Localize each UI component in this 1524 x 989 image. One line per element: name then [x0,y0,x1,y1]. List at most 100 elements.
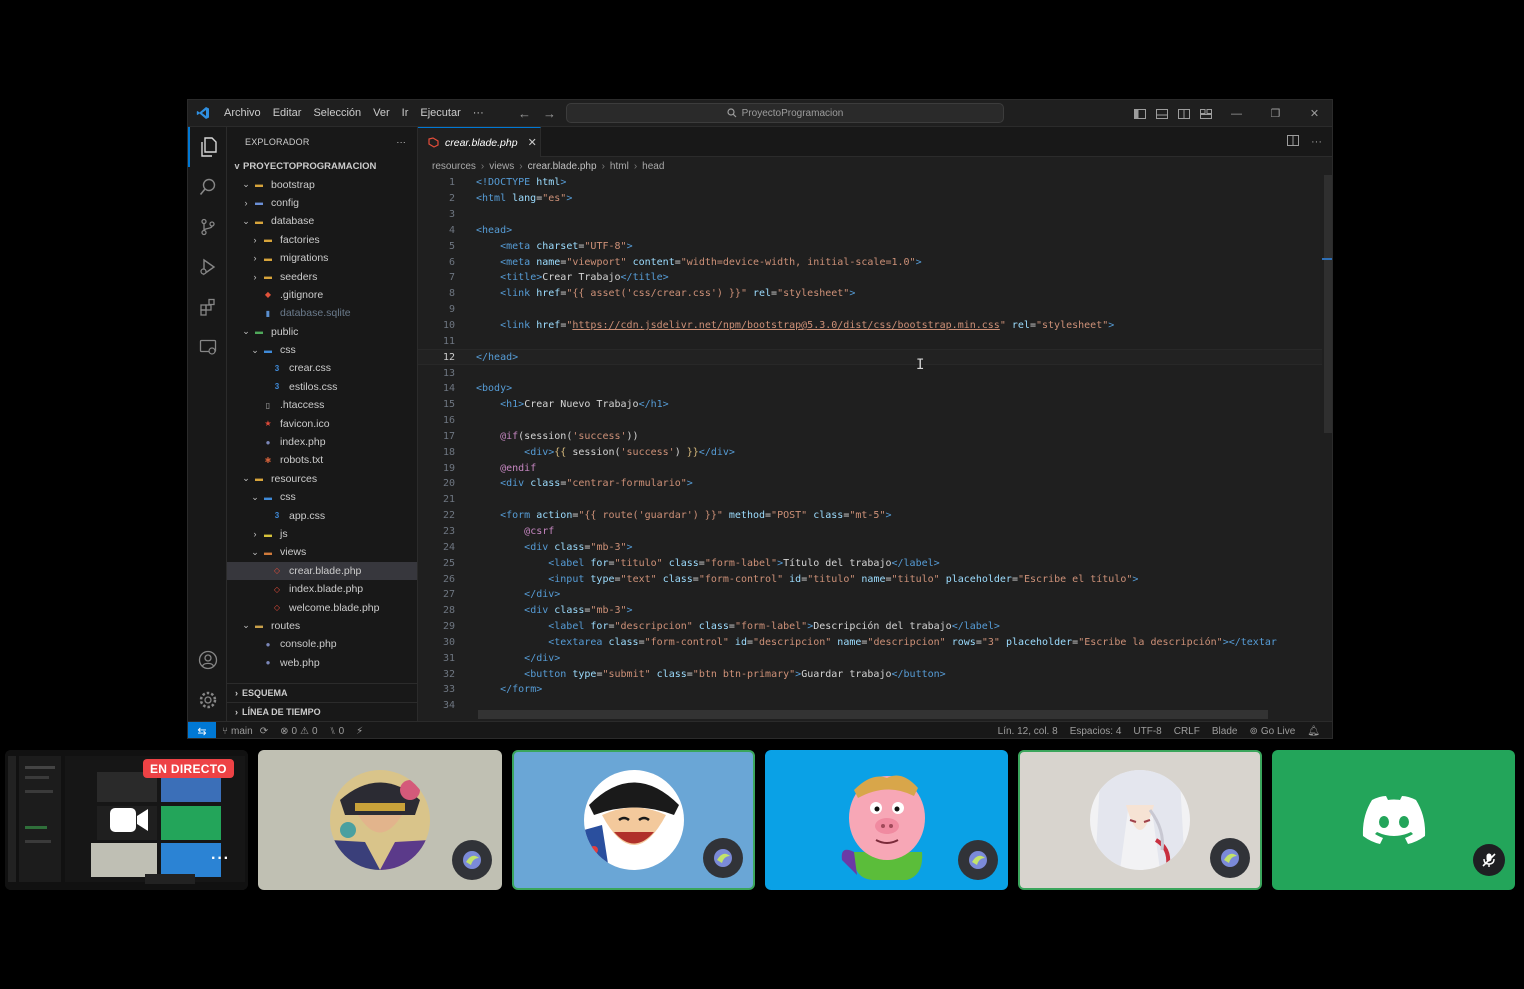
code-line[interactable]: 21 [418,492,1332,508]
breadcrumb-item-3[interactable]: html [610,161,629,172]
editor-more-icon[interactable]: ··· [1311,136,1322,148]
explorer-more-icon[interactable]: ··· [396,137,406,147]
accounts-icon[interactable] [188,640,227,680]
code-line[interactable]: 33 </form> [418,682,1332,698]
tree-item-crear-blade-php[interactable]: ◇ crear.blade.php [227,561,417,580]
tree-item-index-blade-php[interactable]: ◇ index.blade.php [227,580,417,598]
stream-more-icon[interactable]: ··· [211,850,230,868]
run-debug-icon[interactable] [188,247,227,287]
tree-item-bootstrap[interactable]: ⌄ ▬ bootstrap [227,175,417,193]
participant-tile-3[interactable] [765,750,1008,890]
tree-item-app-css[interactable]: 3 app.css [227,506,417,524]
explorer-icon[interactable] [188,127,227,167]
tree-item-factories[interactable]: › ▬ factories [227,231,417,249]
tree-item-crear-css[interactable]: 3 crear.css [227,359,417,377]
code-line[interactable]: 30 <textarea class="form-control" id="de… [418,634,1332,650]
forward-arrow-icon[interactable]: → [543,106,556,121]
line-ending[interactable]: CRLF [1168,726,1206,737]
tree-item--gitignore[interactable]: ◆ .gitignore [227,286,417,304]
tree-item-console-php[interactable]: ● console.php [227,635,417,653]
close-window-icon[interactable]: ✕ [1295,100,1332,127]
code-line[interactable]: 27 </div> [418,587,1332,603]
toggle-secondary-sidebar-icon[interactable] [1173,100,1195,127]
code-line[interactable]: 28 <div class="mb-3"> [418,603,1332,619]
participant-tile-2[interactable] [512,750,755,890]
tree-item-views[interactable]: ⌄ ▬ views [227,543,417,561]
cursor-position[interactable]: Lín. 12, col. 8 [992,726,1064,737]
breadcrumb-item-0[interactable]: resources [432,161,476,172]
problems-indicator[interactable]: ⊗ 0 ⚠ 0 [274,726,323,737]
tree-item-favicon-ico[interactable]: ★ favicon.ico [227,414,417,432]
participant-tile-4[interactable] [1018,750,1262,890]
code-line[interactable]: 14 <body> [418,381,1332,397]
tab-crear-blade[interactable]: crear.blade.php ✕ [418,127,541,157]
menu-item-1[interactable]: Editar [267,107,308,119]
toggle-panel-icon[interactable] [1151,100,1173,127]
code-line[interactable]: 29 <label for="descripcion" class="form-… [418,619,1332,635]
tree-item-config[interactable]: › ▬ config [227,194,417,212]
encoding[interactable]: UTF-8 [1127,726,1167,737]
tree-item-welcome-blade-php[interactable]: ◇ welcome.blade.php [227,598,417,616]
participant-tile-1[interactable] [258,750,502,890]
code-line[interactable]: 9 [418,302,1332,318]
breadcrumb-item-2[interactable]: crear.blade.php [528,161,597,172]
menu-item-3[interactable]: Ver [367,107,396,119]
code-line[interactable]: 16 [418,413,1332,429]
tree-item-database-sqlite[interactable]: ▮ database.sqlite [227,304,417,322]
tab-close-icon[interactable]: ✕ [528,136,537,149]
go-live-button[interactable]: ⊚ Go Live [1243,726,1301,737]
tree-item-database[interactable]: ⌄ ▬ database [227,212,417,230]
language-mode[interactable]: Blade [1206,726,1244,737]
code-line[interactable]: 13 [418,365,1332,381]
code-line[interactable]: 23 @csrf [418,524,1332,540]
breadcrumb-item-1[interactable]: views [489,161,514,172]
horizontal-scrollbar[interactable] [478,710,1268,719]
code-line[interactable]: 22 <form action="{{ route('guardar') }}"… [418,508,1332,524]
tree-item-robots-txt[interactable]: ✱ robots.txt [227,451,417,469]
outline-section[interactable]: › ESQUEMA [227,683,417,701]
tree-item-public[interactable]: ⌄ ▬ public [227,323,417,341]
command-center-search[interactable]: ProyectoProgramacion [566,103,1004,123]
tree-item-css[interactable]: ⌄ ▬ css [227,341,417,359]
code-view[interactable]: 1 <!DOCTYPE html> 2 <html lang="es"> 3 4 <head… [418,175,1332,713]
code-line[interactable]: 12 </head> [418,349,1332,366]
menu-item-0[interactable]: Archivo [218,107,267,119]
code-line[interactable]: 31 </div> [418,650,1332,666]
code-line[interactable]: 7 <title>Crear Trabajo</title> [418,270,1332,286]
participant-tile-5[interactable] [1272,750,1515,890]
code-line[interactable]: 2 <html lang="es"> [418,191,1332,207]
toggle-sidebar-icon[interactable] [1129,100,1151,127]
menu-item-4[interactable]: Ir [396,107,415,119]
remote-explorer-icon[interactable] [188,327,227,367]
ports-indicator[interactable]: ⑊ 0 [324,726,351,737]
menu-item-5[interactable]: Ejecutar [414,107,466,119]
split-editor-icon[interactable] [1287,135,1299,149]
code-line[interactable]: 25 <label for="titulo" class="form-label… [418,555,1332,571]
tree-item-routes[interactable]: ⌄ ▬ routes [227,617,417,635]
code-line[interactable]: 4 <head> [418,223,1332,239]
restore-icon[interactable]: ❐ [1256,100,1295,127]
code-line[interactable]: 11 [418,333,1332,349]
back-arrow-icon[interactable]: ← [518,106,531,121]
customize-layout-icon[interactable] [1195,100,1217,127]
tree-item--htaccess[interactable]: ▯ .htaccess [227,396,417,414]
tree-item-js[interactable]: › ▬ js [227,525,417,543]
code-line[interactable]: 20 <div class="centrar-formulario"> [418,476,1332,492]
tree-item-estilos-css[interactable]: 3 estilos.css [227,378,417,396]
code-line[interactable]: 18 <div>{{ session('success') }}</div> [418,444,1332,460]
menu-item-2[interactable]: Selección [307,107,367,119]
tree-item-css[interactable]: ⌄ ▬ css [227,488,417,506]
code-line[interactable]: 26 <input type="text" class="form-contro… [418,571,1332,587]
branch-indicator[interactable]: ⑂ main ⟳ [216,726,274,737]
project-root[interactable]: v PROYECTOPROGRAMACION [227,157,417,175]
code-line[interactable]: 32 <button type="submit" class="btn btn-… [418,666,1332,682]
search-icon[interactable] [188,167,227,207]
code-line[interactable]: 24 <div class="mb-3"> [418,539,1332,555]
menu-item-6[interactable]: ··· [467,107,490,119]
code-line[interactable]: 10 <link href="https://cdn.jsdelivr.net/… [418,318,1332,334]
indentation[interactable]: Espacios: 4 [1064,726,1128,737]
code-line[interactable]: 5 <meta charset="UTF-8"> [418,238,1332,254]
extensions-icon[interactable] [188,287,227,327]
scrollbar-thumb[interactable] [1324,175,1332,433]
remote-indicator-icon[interactable]: ⇆ [188,721,216,738]
